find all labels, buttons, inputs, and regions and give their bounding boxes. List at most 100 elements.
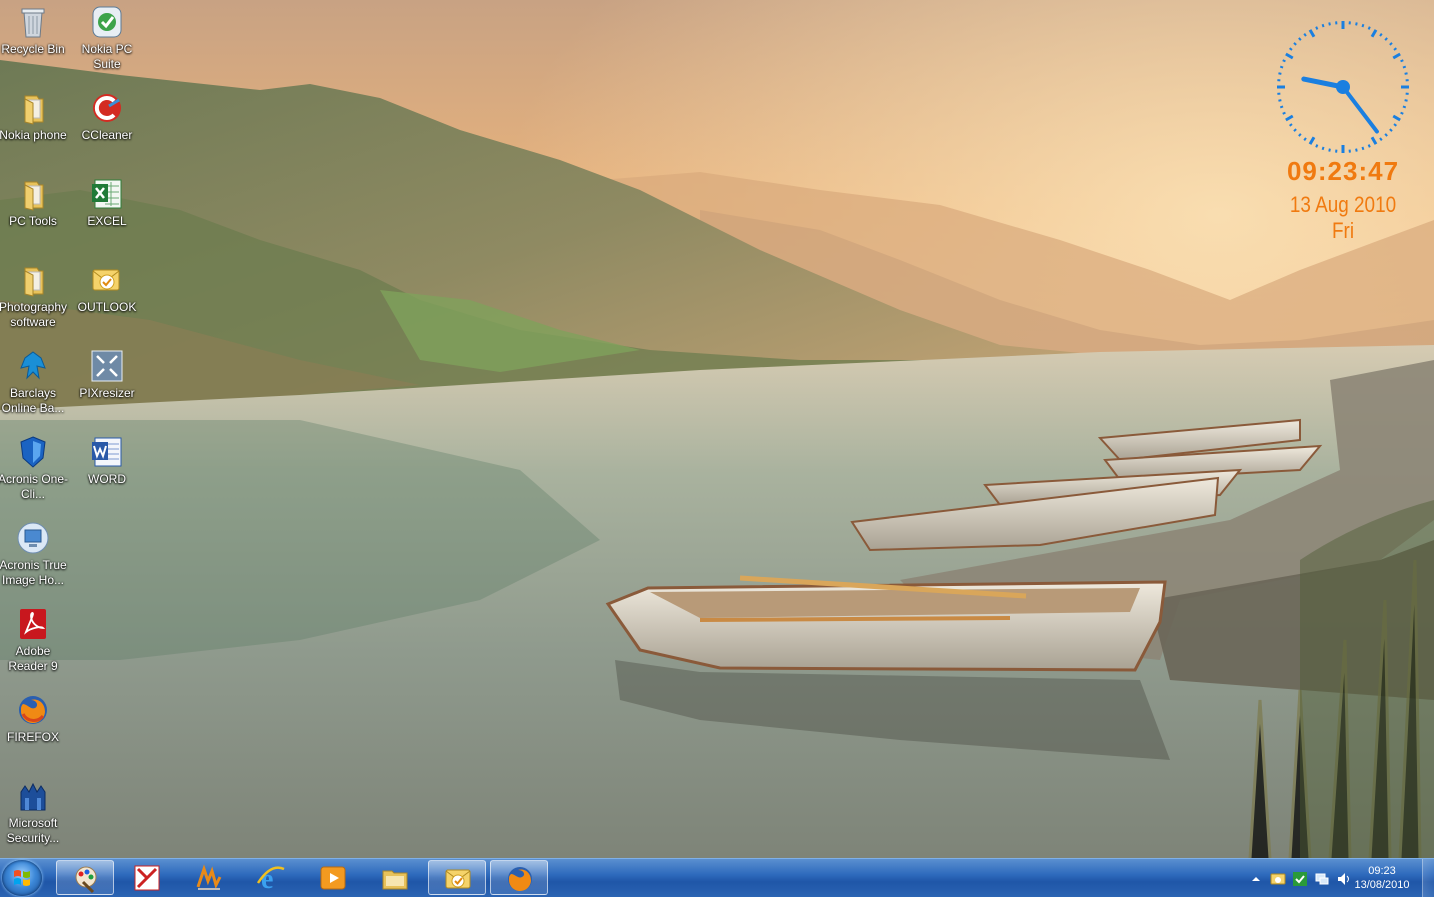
taskbar-button-firefox[interactable]: [490, 860, 548, 895]
clock-minute-tick: [1385, 134, 1387, 136]
clock-minute-tick: [1380, 138, 1382, 140]
desktop-icon-microsoft-security[interactable]: Microsoft Security...: [0, 774, 70, 846]
show-hidden-icons-arrow-icon[interactable]: [1248, 871, 1264, 887]
taskbar-button-kaspersky[interactable]: [118, 860, 176, 895]
clock-minute-tick: [1362, 24, 1363, 27]
security-check-icon[interactable]: [1292, 871, 1308, 887]
clock-minute-tick: [1394, 48, 1396, 50]
recycle-bin-icon: [15, 4, 51, 40]
desktop-icon-label: CCleaner: [70, 128, 144, 143]
word-icon: [89, 434, 125, 470]
clock-minute-tick: [1323, 147, 1324, 150]
desktop-icon-nokia-phone[interactable]: Nokia phone: [0, 86, 70, 143]
acronis-shield-icon: [15, 434, 51, 470]
clock-gadget[interactable]: 09:23:47 13 Aug 2010 Fri: [1270, 14, 1420, 224]
clock-date: 13 Aug 2010 Fri: [1280, 192, 1406, 244]
clock-minute-tick: [1369, 27, 1370, 30]
nokia-pc-suite-icon: [89, 4, 125, 40]
clock-minute-tick: [1294, 129, 1296, 131]
desktop-icon-label: PC Tools: [0, 214, 70, 229]
winamp-icon: [194, 863, 224, 893]
taskbar-button-outlook[interactable]: [428, 860, 486, 895]
start-button[interactable]: [2, 860, 42, 896]
taskbar-button-paint[interactable]: [56, 860, 114, 895]
adobe-reader-icon: [15, 606, 51, 642]
clock-minute-tick: [1390, 43, 1392, 45]
clock-minute-tick: [1362, 147, 1363, 150]
desktop-icon-outlook[interactable]: OUTLOOK: [70, 258, 144, 315]
clock-minute-tick: [1394, 124, 1396, 126]
taskbar: e 09:23 13/08/2010: [0, 858, 1434, 897]
clock-digital-time: 09:23:47: [1270, 156, 1416, 187]
desktop-icon-pixresizer[interactable]: PIXresizer: [70, 344, 144, 401]
desktop-icon-excel[interactable]: EXCEL: [70, 172, 144, 229]
clock-minute-tick: [1304, 138, 1306, 140]
desktop-icon-label: WORD: [70, 472, 144, 487]
paint-icon: [71, 864, 101, 894]
folder-icon: [15, 176, 51, 212]
desktop-icon-acronis-true-image[interactable]: Acronis True Image Ho...: [0, 516, 70, 588]
desktop-icon-label: OUTLOOK: [70, 300, 144, 315]
network-icon[interactable]: [1314, 871, 1330, 887]
clock-minute-tick: [1329, 149, 1330, 152]
clock-minute-tick: [1356, 149, 1357, 152]
taskbar-clock[interactable]: 09:23 13/08/2010: [1350, 864, 1414, 892]
desktop-icon-photography-software[interactable]: Photography software: [0, 258, 70, 330]
clock-minute-tick: [1280, 106, 1283, 107]
desktop-icon-adobe-reader[interactable]: Adobe Reader 9: [0, 602, 70, 674]
wallpaper-image: [0, 0, 1434, 858]
desktop-icon-label: Acronis True Image Ho...: [0, 558, 70, 588]
clock-minute-tick: [1356, 22, 1357, 25]
desktop-icon-recycle-bin[interactable]: Recycle Bin: [0, 0, 70, 57]
clock-minute-tick: [1316, 27, 1317, 30]
desktop-icon-label: Acronis One-Cli...: [0, 472, 70, 502]
desktop-icon-firefox[interactable]: FIREFOX: [0, 688, 70, 745]
taskbar-button-winamp[interactable]: [180, 860, 238, 895]
desktop[interactable]: Recycle Bin Nokia PC Suite Nokia phone C…: [0, 0, 1434, 858]
clock-hour-tick: [1286, 116, 1293, 120]
folder-icon: [15, 262, 51, 298]
desktop-icon-label: EXCEL: [70, 214, 144, 229]
clock-minute-tick: [1405, 100, 1408, 101]
taskbar-button-internet-explorer[interactable]: e: [242, 860, 300, 895]
clock-minute-tick: [1369, 145, 1370, 148]
clock-hour-tick: [1372, 137, 1376, 144]
clock-hour-tick: [1372, 30, 1376, 37]
firefox-icon: [15, 692, 51, 728]
desktop-icon-pc-tools[interactable]: PC Tools: [0, 172, 70, 229]
ccleaner-icon: [89, 90, 125, 126]
desktop-icon-acronis-one-click[interactable]: Acronis One-Cli...: [0, 430, 70, 502]
acronis-true-image-icon: [15, 520, 51, 556]
clock-minute-tick: [1299, 134, 1301, 136]
desktop-icon-label: Microsoft Security...: [0, 816, 70, 846]
media-player-icon: [318, 863, 348, 893]
taskbar-button-windows-explorer[interactable]: [366, 860, 424, 895]
internet-explorer-icon: e: [256, 863, 286, 893]
desktop-icon-word[interactable]: WORD: [70, 430, 144, 487]
desktop-icon-ccleaner[interactable]: CCleaner: [70, 86, 144, 143]
desktop-icon-nokia-pc-suite[interactable]: Nokia PC Suite: [70, 0, 144, 72]
kaspersky-icon: [132, 863, 162, 893]
windows-logo-icon: [2, 860, 42, 896]
desktop-icon-label: Nokia PC Suite: [70, 42, 144, 72]
desktop-icon-label: FIREFOX: [0, 730, 70, 745]
clock-minute-tick: [1380, 34, 1382, 36]
clock-hour-tick: [1310, 30, 1314, 37]
clock-minute-tick: [1401, 113, 1404, 114]
clock-hour-tick: [1393, 54, 1400, 58]
desktop-icon-label: Adobe Reader 9: [0, 644, 70, 674]
desktop-icon-barclays[interactable]: Barclays Online Ba...: [0, 344, 70, 416]
taskbar-button-media-player[interactable]: [304, 860, 362, 895]
desktop-icon-label: Recycle Bin: [0, 42, 70, 57]
desktop-icon-label: Barclays Online Ba...: [0, 386, 70, 416]
clock-minute-tick: [1403, 106, 1406, 107]
show-desktop-button[interactable]: [1422, 859, 1434, 897]
clock-hour-tick: [1286, 54, 1293, 58]
outlook-tray-icon[interactable]: [1270, 871, 1286, 887]
clock-minute-tick: [1323, 24, 1324, 27]
clock-minute-tick: [1283, 60, 1286, 61]
clock-minute-tick: [1283, 113, 1286, 114]
outlook-icon: [443, 864, 473, 894]
folder-icon: [15, 90, 51, 126]
clock-hour-tick: [1393, 116, 1400, 120]
